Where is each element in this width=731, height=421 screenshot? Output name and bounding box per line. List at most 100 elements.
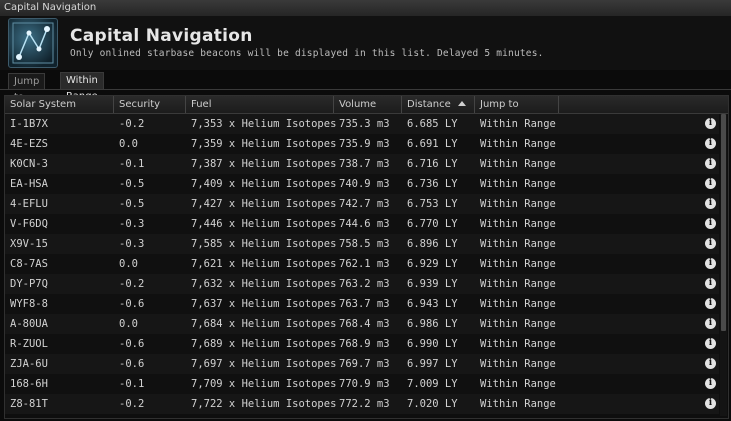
info-icon[interactable]: i [705,298,716,309]
cell-volume: 763.7 m3 [339,298,390,310]
info-icon[interactable]: i [705,198,716,209]
table-row[interactable]: DY-P7Q -0.2 7,632 x Helium Isotopes 763.2 m… [5,274,719,294]
info-icon[interactable]: i [705,378,716,389]
cell-security: -0.2 [119,278,145,290]
column-header-fuel[interactable]: Fuel [186,96,334,113]
info-icon[interactable]: i [705,318,716,329]
table-header: Solar System Security Fuel Volume Distan… [5,96,728,114]
info-icon[interactable]: i [705,338,716,349]
cell-security: -0.3 [119,238,145,250]
cell-solar-system: V-F6DQ [10,218,48,230]
cell-security: -0.6 [119,358,145,370]
info-icon[interactable]: i [705,118,716,129]
table-row[interactable]: 4-EFLU -0.5 7,427 x Helium Isotopes 742.7 m… [5,194,719,214]
table-row[interactable]: K0CN-3 -0.1 7,387 x Helium Isotopes 738.7 m… [5,154,719,174]
cell-distance: 6.943 LY [407,298,458,310]
cell-distance: 6.753 LY [407,198,458,210]
cell-distance: 6.997 LY [407,358,458,370]
cell-jump-to: Within Range [480,278,556,290]
info-icon[interactable]: i [705,258,716,269]
cell-solar-system: DY-P7Q [10,278,48,290]
cell-distance: 6.685 LY [407,118,458,130]
cell-solar-system: I-1B7X [10,118,48,130]
cell-jump-to: Within Range [480,178,556,190]
cell-volume: 768.4 m3 [339,318,390,330]
cell-security: -0.6 [119,338,145,350]
cell-jump-to: Within Range [480,238,556,250]
table-row[interactable]: 4E-EZS 0.0 7,359 x Helium Isotopes 735.9 m3… [5,134,719,154]
info-icon[interactable]: i [705,238,716,249]
cell-distance: 6.986 LY [407,318,458,330]
cell-fuel: 7,621 x Helium Isotopes [191,258,337,270]
table-row[interactable]: C8-7AS 0.0 7,621 x Helium Isotopes 762.1 m3… [5,254,719,274]
info-icon[interactable]: i [705,138,716,149]
cell-volume: 772.2 m3 [339,398,390,410]
info-icon[interactable]: i [705,178,716,189]
cell-volume: 735.9 m3 [339,138,390,150]
table-row[interactable]: V-F6DQ -0.3 7,446 x Helium Isotopes 744.6 m… [5,214,719,234]
cell-security: -0.5 [119,198,145,210]
cell-distance: 6.691 LY [407,138,458,150]
column-header-solar-system[interactable]: Solar System [5,96,114,113]
cell-distance: 6.939 LY [407,278,458,290]
cell-security: 0.0 [119,318,138,330]
cell-volume: 738.7 m3 [339,158,390,170]
page-subtitle: Only onlined starbase beacons will be di… [70,48,544,59]
table-row[interactable]: I-1B7X -0.2 7,353 x Helium Isotopes 735.3 m… [5,114,719,134]
cell-solar-system: A-80UA [10,318,48,330]
cell-jump-to: Within Range [480,398,556,410]
cell-solar-system: EA-HSA [10,178,48,190]
window-titlebar[interactable]: Capital Navigation [0,0,731,17]
info-icon[interactable]: i [705,218,716,229]
cell-solar-system: X9V-15 [10,238,48,250]
cell-volume: 735.3 m3 [339,118,390,130]
info-icon[interactable]: i [705,158,716,169]
cell-solar-system: 4-EFLU [10,198,48,210]
cell-distance: 6.770 LY [407,218,458,230]
cell-volume: 758.5 m3 [339,238,390,250]
tab-jump-to[interactable]: Jump to [8,73,46,103]
cell-fuel: 7,427 x Helium Isotopes [191,198,337,210]
cell-solar-system: 168-6H [10,378,48,390]
window-title: Capital Navigation [4,2,97,13]
cell-security: -0.3 [119,218,145,230]
cell-distance: 6.990 LY [407,338,458,350]
table-row[interactable]: EA-HSA -0.5 7,409 x Helium Isotopes 740.9 m… [5,174,719,194]
cell-solar-system: R-ZUOL [10,338,48,350]
sort-ascending-icon [458,101,466,106]
info-icon[interactable]: i [705,278,716,289]
tab-within-range[interactable]: Within Range [60,72,104,102]
tab-divider [0,89,731,90]
column-header-distance[interactable]: Distance [402,96,475,113]
cell-solar-system: Z8-81T [10,398,48,410]
column-header-distance-label: Distance [407,99,451,110]
vertical-scrollbar[interactable] [720,114,727,416]
cell-volume: 769.7 m3 [339,358,390,370]
table-row[interactable]: A-80UA 0.0 7,684 x Helium Isotopes 768.4 m3… [5,314,719,334]
cell-security: -0.5 [119,178,145,190]
cell-security: 0.0 [119,138,138,150]
cell-jump-to: Within Range [480,338,556,350]
table-row[interactable]: X9V-15 -0.3 7,585 x Helium Isotopes 758.5 m… [5,234,719,254]
column-header-jump-to[interactable]: Jump to [475,96,559,113]
cell-jump-to: Within Range [480,218,556,230]
cell-fuel: 7,409 x Helium Isotopes [191,178,337,190]
cell-solar-system: 4E-EZS [10,138,48,150]
table-row[interactable]: R-ZUOL -0.6 7,689 x Helium Isotopes 768.9 m… [5,334,719,354]
cell-fuel: 7,585 x Helium Isotopes [191,238,337,250]
cell-security: -0.2 [119,398,145,410]
column-header-security[interactable]: Security [114,96,186,113]
scrollbar-thumb[interactable] [721,114,726,331]
cell-fuel: 7,387 x Helium Isotopes [191,158,337,170]
cell-fuel: 7,722 x Helium Isotopes [191,398,337,410]
cell-jump-to: Within Range [480,158,556,170]
table-row[interactable]: Z8-81T -0.2 7,722 x Helium Isotopes 772.2 m… [5,394,719,414]
table-row[interactable]: 168-6H -0.1 7,709 x Helium Isotopes 770.9 m… [5,374,719,394]
cell-fuel: 7,446 x Helium Isotopes [191,218,337,230]
info-icon[interactable]: i [705,358,716,369]
column-header-volume[interactable]: Volume [334,96,402,113]
table-row[interactable]: WYF8-8 -0.6 7,637 x Helium Isotopes 763.7 m… [5,294,719,314]
cell-fuel: 7,684 x Helium Isotopes [191,318,337,330]
table-row[interactable]: ZJA-6U -0.6 7,697 x Helium Isotopes 769.7 m… [5,354,719,374]
info-icon[interactable]: i [705,398,716,409]
